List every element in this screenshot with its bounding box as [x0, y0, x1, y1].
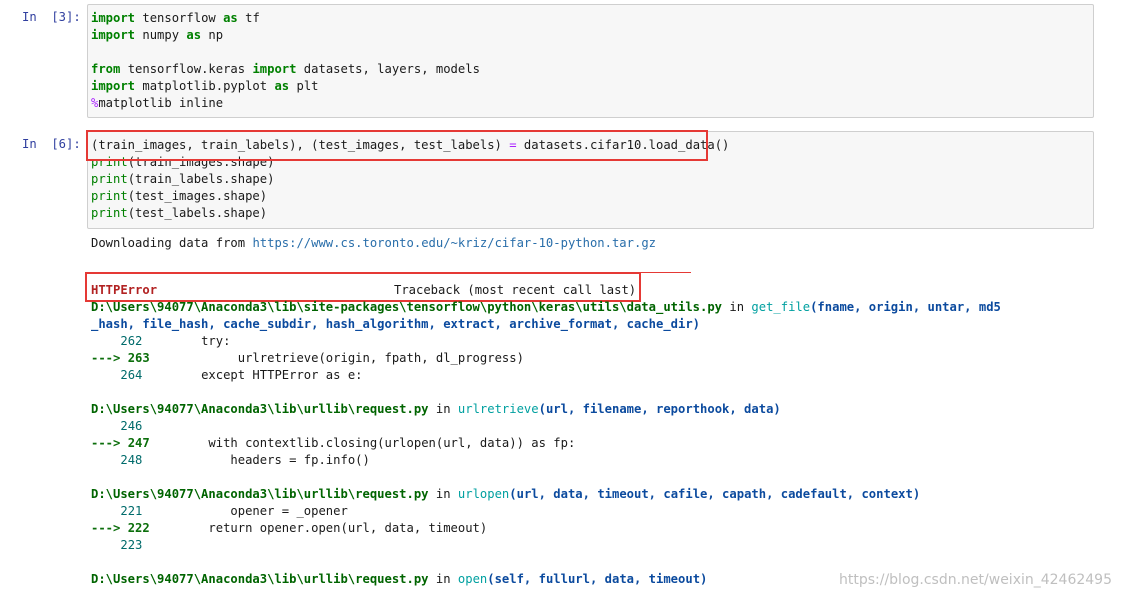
line-number: 248: [120, 453, 143, 467]
keyword: import: [91, 28, 136, 42]
function-name: urlretrieve: [457, 402, 539, 416]
traceback-frame-header: D:\Users\94077\Anaconda3\lib\site-packag…: [91, 299, 1001, 316]
code-text: plt: [289, 79, 319, 93]
traceback-frame-header: D:\Users\94077\Anaconda3\lib\urllib\requ…: [91, 401, 781, 418]
line-number: 222: [127, 521, 150, 535]
code-line: %matplotlib inline: [91, 95, 223, 112]
code-text: datasets, layers, models: [296, 62, 480, 76]
code-text: numpy: [135, 28, 187, 42]
in-text: in: [722, 300, 752, 314]
code-text: matplotlib inline: [98, 96, 224, 110]
line-number: 223: [120, 538, 143, 552]
builtin-print: print: [91, 206, 128, 220]
line-number: 264: [120, 368, 143, 382]
code-text: np: [201, 28, 224, 42]
traceback-code-line: ---> 247 with contextlib.closing(urlopen…: [91, 435, 575, 452]
cell-prompt: In [3]:: [22, 10, 81, 24]
traceback-frame-header: D:\Users\94077\Anaconda3\lib\urllib\requ…: [91, 571, 707, 588]
function-name: open: [457, 572, 488, 586]
file-path: D:\Users\94077\Anaconda3\lib\site-packag…: [91, 300, 723, 314]
function-args: (url, filename, reporthook, data): [538, 402, 781, 416]
code-text: tensorflow: [135, 11, 224, 25]
code-text: tensorflow.keras: [120, 62, 253, 76]
code-text: (test_images.shape): [127, 189, 268, 203]
traceback-code-line: 264 except HTTPError as e:: [91, 367, 363, 384]
code-line: from tensorflow.keras import datasets, l…: [91, 61, 480, 78]
keyword: import: [252, 62, 297, 76]
line-marker: --->: [91, 351, 128, 365]
function-name: urlopen: [457, 487, 510, 501]
in-text: in: [428, 487, 458, 501]
highlight-box: [86, 130, 708, 161]
code-line: import tensorflow as tf: [91, 10, 260, 27]
function-args: (self, fullurl, data, timeout): [487, 572, 708, 586]
code-text: tf: [237, 11, 260, 25]
keyword: as: [186, 28, 202, 42]
code-line: print(test_images.shape): [91, 188, 267, 205]
line-marker: --->: [91, 436, 128, 450]
code-text: (test_labels.shape): [127, 206, 268, 220]
line-number: 262: [120, 334, 143, 348]
code-text: except HTTPError as e:: [142, 368, 363, 382]
traceback-frame-header-cont: _hash, file_hash, cache_subdir, hash_alg…: [91, 316, 700, 333]
keyword: as: [223, 11, 238, 25]
code-text: urlretrieve(origin, fpath, dl_progress): [149, 351, 524, 365]
in-text: in: [428, 572, 458, 586]
function-args: (url, data, timeout, cafile, capath, cad…: [509, 487, 921, 501]
cell-prompt: In [6]:: [22, 137, 81, 151]
code-text: try:: [142, 334, 231, 348]
line-marker: [91, 334, 120, 348]
traceback-code-line: ---> 222 return opener.open(url, data, t…: [91, 520, 487, 537]
function-args: _hash, file_hash, cache_subdir, hash_alg…: [91, 317, 701, 331]
code-text: headers = fp.info(): [142, 453, 370, 467]
output-text: Downloading data from: [91, 236, 253, 250]
line-number: 263: [127, 351, 150, 365]
line-marker: [91, 368, 120, 382]
code-text: return opener.open(url, data, timeout): [149, 521, 488, 535]
code-line: import numpy as np: [91, 27, 223, 44]
download-link[interactable]: https://www.cs.toronto.edu/~kriz/cifar-1…: [252, 236, 656, 250]
traceback-code-line: 262 try:: [91, 333, 230, 350]
line-number: 221: [120, 504, 143, 518]
traceback-frame-header: D:\Users\94077\Anaconda3\lib\urllib\requ…: [91, 486, 920, 503]
file-path: D:\Users\94077\Anaconda3\lib\urllib\requ…: [91, 487, 429, 501]
watermark-text: https://blog.csdn.net/weixin_42462495: [838, 572, 1112, 588]
traceback-code-line: 221 opener = _opener: [91, 503, 348, 520]
file-path: D:\Users\94077\Anaconda3\lib\urllib\requ…: [91, 402, 429, 416]
highlight-box: [85, 272, 641, 302]
line-marker: [91, 453, 120, 467]
builtin-print: print: [91, 189, 128, 203]
builtin-print: print: [91, 172, 128, 186]
keyword: import: [91, 11, 136, 25]
keyword: import: [91, 79, 136, 93]
file-path: D:\Users\94077\Anaconda3\lib\urllib\requ…: [91, 572, 429, 586]
keyword: from: [91, 62, 121, 76]
code-line: print(train_labels.shape): [91, 171, 274, 188]
line-marker: [91, 504, 120, 518]
traceback-code-line: 246: [91, 418, 142, 435]
traceback-code-line: 223: [91, 537, 142, 554]
traceback-code-line: ---> 263 urlretrieve(origin, fpath, dl_p…: [91, 350, 524, 367]
line-marker: [91, 538, 120, 552]
in-text: in: [428, 402, 458, 416]
code-text: with contextlib.closing(urlopen(url, dat…: [149, 436, 576, 450]
code-line: import matplotlib.pyplot as plt: [91, 78, 319, 95]
keyword: as: [274, 79, 290, 93]
line-marker: [91, 419, 120, 433]
function-name: get_file: [751, 300, 811, 314]
code-text: matplotlib.pyplot: [135, 79, 275, 93]
line-number: 247: [127, 436, 150, 450]
code-text: opener = _opener: [142, 504, 348, 518]
line-number: 246: [120, 419, 143, 433]
code-line: print(test_labels.shape): [91, 205, 267, 222]
line-marker: --->: [91, 521, 128, 535]
output-download-line: Downloading data from https://www.cs.tor…: [91, 235, 656, 252]
traceback-code-line: 248 headers = fp.info(): [91, 452, 370, 469]
function-args: (fname, origin, untar, md5: [810, 300, 1001, 314]
code-text: (train_labels.shape): [127, 172, 275, 186]
